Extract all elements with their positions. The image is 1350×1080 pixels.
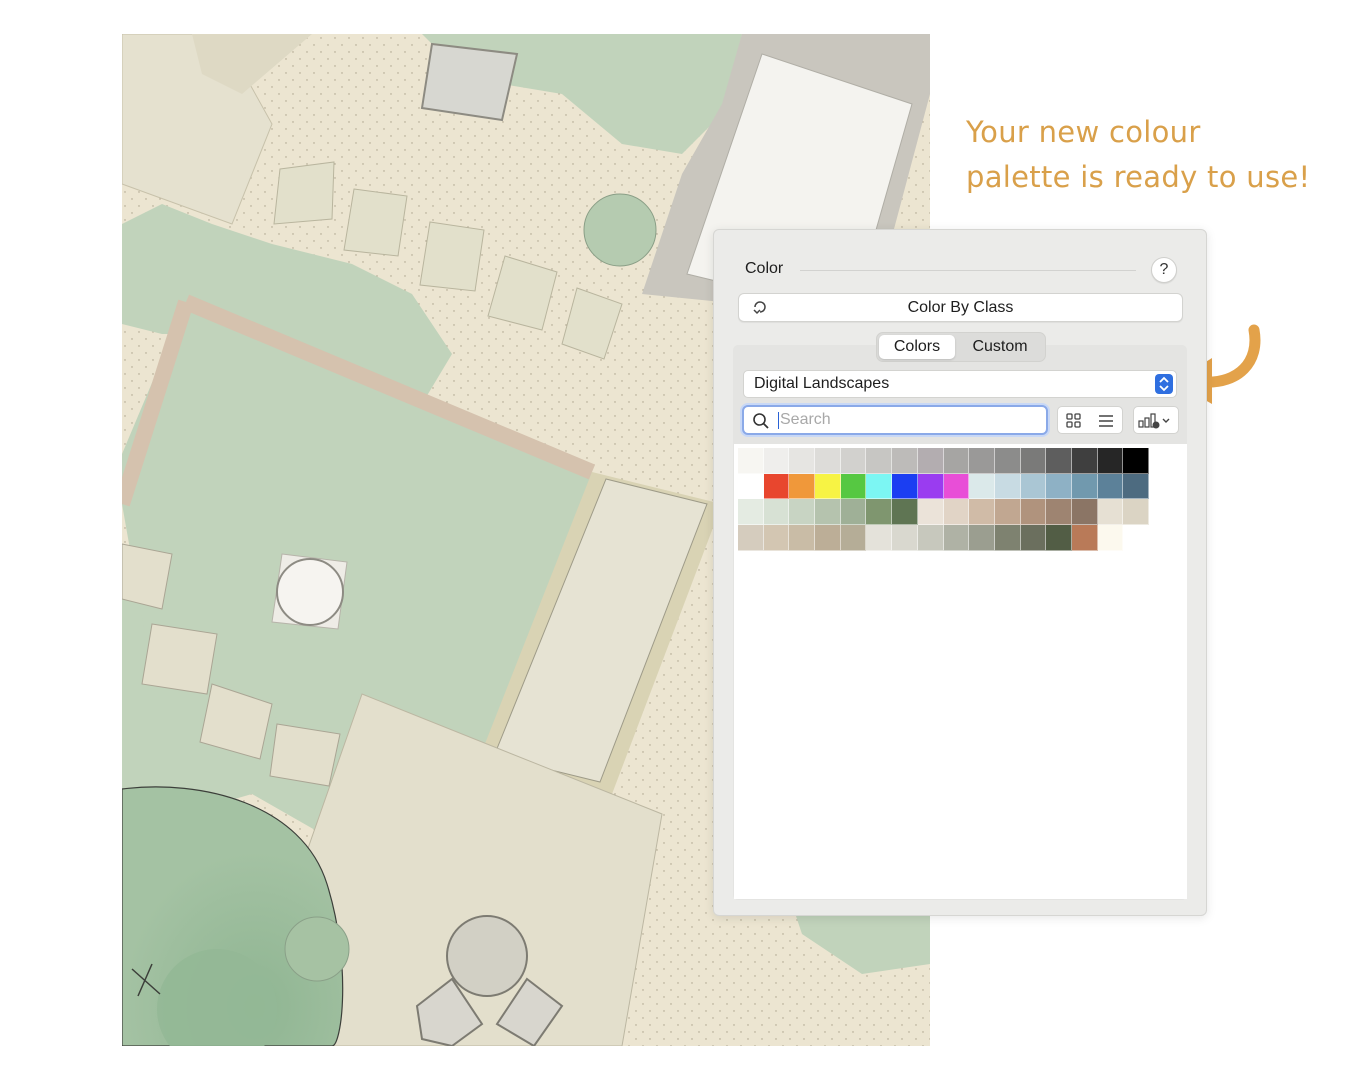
color-swatch[interactable] xyxy=(1071,473,1098,500)
color-swatch[interactable] xyxy=(994,473,1021,500)
color-swatch[interactable] xyxy=(917,473,944,500)
color-swatch[interactable] xyxy=(1020,499,1047,526)
swatch-area xyxy=(734,444,1187,899)
color-panel: Color ? Color By Class Colors Custom Dig… xyxy=(713,229,1207,916)
color-swatch[interactable] xyxy=(1046,448,1072,474)
color-swatch[interactable] xyxy=(1020,525,1047,551)
color-swatch[interactable] xyxy=(840,448,867,474)
chevron-updown-icon xyxy=(1155,374,1173,394)
color-swatch[interactable] xyxy=(1123,499,1149,526)
color-swatch[interactable] xyxy=(969,473,995,500)
palette-select[interactable]: Digital Landscapes xyxy=(743,370,1177,398)
color-by-class-button[interactable]: Color By Class xyxy=(738,293,1183,322)
color-swatch[interactable] xyxy=(892,473,918,500)
color-swatch[interactable] xyxy=(1123,473,1149,500)
color-swatch[interactable] xyxy=(994,448,1021,474)
color-swatch[interactable] xyxy=(815,473,841,500)
color-swatch[interactable] xyxy=(789,473,816,500)
color-swatch[interactable] xyxy=(1046,499,1072,526)
search-placeholder: Search xyxy=(780,411,831,428)
color-swatch[interactable] xyxy=(1046,525,1072,551)
color-swatch[interactable] xyxy=(994,525,1021,551)
color-swatch[interactable] xyxy=(1046,473,1072,500)
color-swatch[interactable] xyxy=(866,525,893,551)
color-swatch[interactable] xyxy=(994,499,1021,526)
color-by-class-label: Color By Class xyxy=(907,299,1014,316)
panel-title: Color xyxy=(745,260,784,277)
color-swatch[interactable] xyxy=(1071,499,1098,526)
color-swatch[interactable] xyxy=(866,448,893,474)
color-swatch[interactable] xyxy=(840,525,867,551)
search-icon xyxy=(752,412,770,435)
header-divider xyxy=(800,270,1136,271)
color-swatch[interactable] xyxy=(892,525,918,551)
color-swatch[interactable] xyxy=(840,473,867,500)
palette-select-value: Digital Landscapes xyxy=(754,375,890,392)
color-swatch[interactable] xyxy=(1097,473,1124,500)
swatch-grid xyxy=(738,448,1149,551)
color-swatch[interactable] xyxy=(738,448,764,474)
color-swatch[interactable] xyxy=(1020,448,1047,474)
color-swatch[interactable] xyxy=(815,525,841,551)
help-button[interactable]: ? xyxy=(1151,257,1177,283)
color-swatch[interactable] xyxy=(1071,448,1098,474)
color-swatch[interactable] xyxy=(763,525,790,551)
color-swatch[interactable] xyxy=(917,499,944,526)
color-swatch[interactable] xyxy=(1097,525,1124,551)
color-swatch[interactable] xyxy=(738,473,764,500)
color-swatch[interactable] xyxy=(1123,448,1149,474)
tab-custom[interactable]: Custom xyxy=(957,335,1043,359)
color-swatch[interactable] xyxy=(943,448,970,474)
color-swatch[interactable] xyxy=(789,525,816,551)
color-swatch[interactable] xyxy=(763,448,790,474)
color-swatch[interactable] xyxy=(969,525,995,551)
search-field[interactable]: Search xyxy=(742,405,1048,435)
color-swatch[interactable] xyxy=(789,448,816,474)
color-swatch[interactable] xyxy=(789,499,816,526)
color-swatch[interactable] xyxy=(943,525,970,551)
color-swatch[interactable] xyxy=(738,525,764,551)
color-swatch[interactable] xyxy=(763,499,790,526)
color-swatch[interactable] xyxy=(1020,473,1047,500)
color-swatch[interactable] xyxy=(1071,525,1098,551)
color-swatch[interactable] xyxy=(969,448,995,474)
color-swatch[interactable] xyxy=(866,499,893,526)
text-caret xyxy=(778,412,779,429)
color-swatch[interactable] xyxy=(892,448,918,474)
color-swatch[interactable] xyxy=(1097,448,1124,474)
color-swatch[interactable] xyxy=(866,473,893,500)
color-swatch[interactable] xyxy=(815,448,841,474)
color-swatch[interactable] xyxy=(738,499,764,526)
color-swatch[interactable] xyxy=(917,525,944,551)
annotation-line-1: Your new colour xyxy=(966,115,1201,149)
color-swatch[interactable] xyxy=(763,473,790,500)
view-mode-toggle xyxy=(1057,406,1123,434)
sort-options-button[interactable] xyxy=(1133,406,1179,434)
annotation-line-2: palette is ready to use! xyxy=(966,160,1311,194)
color-swatch[interactable] xyxy=(943,473,970,500)
color-swatch[interactable] xyxy=(815,499,841,526)
color-swatch[interactable] xyxy=(917,448,944,474)
color-swatch[interactable] xyxy=(943,499,970,526)
tab-switcher: Colors Custom xyxy=(876,332,1046,362)
color-swatch[interactable] xyxy=(1097,499,1124,526)
annotation-text: Your new colour palette is ready to use! xyxy=(966,110,1336,200)
tab-colors[interactable]: Colors xyxy=(879,335,955,359)
color-swatch[interactable] xyxy=(840,499,867,526)
color-swatch[interactable] xyxy=(892,499,918,526)
color-swatch[interactable] xyxy=(969,499,995,526)
